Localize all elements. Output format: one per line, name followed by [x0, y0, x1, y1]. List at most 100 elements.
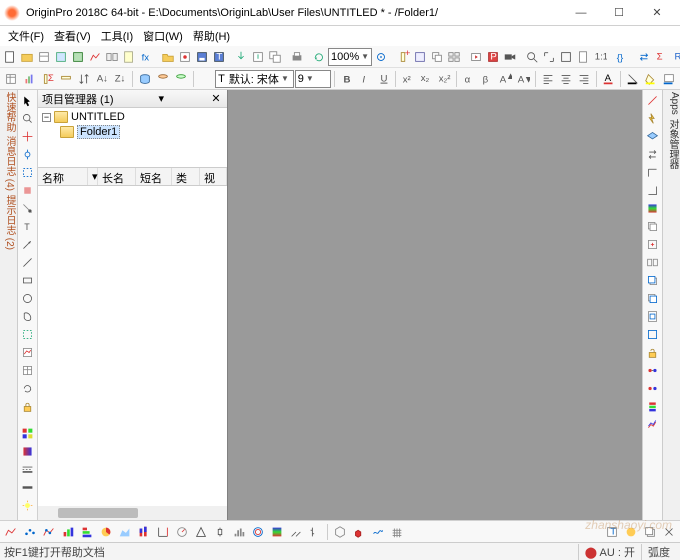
- image-plot-icon[interactable]: [268, 523, 286, 541]
- minus-icon[interactable]: −: [42, 113, 51, 122]
- col-type[interactable]: 类型: [172, 168, 200, 185]
- close-window-icon[interactable]: [660, 523, 678, 541]
- math-tool-icon[interactable]: Σ: [653, 48, 669, 66]
- system-theme-icon[interactable]: [622, 523, 640, 541]
- video-icon[interactable]: [502, 48, 518, 66]
- vector-plot-icon[interactable]: [287, 523, 305, 541]
- pie-plot-icon[interactable]: [97, 523, 115, 541]
- line-plot-icon[interactable]: [2, 523, 20, 541]
- back-icon[interactable]: [644, 290, 661, 307]
- histogram-icon[interactable]: [230, 523, 248, 541]
- front-icon[interactable]: [644, 272, 661, 289]
- group-icon[interactable]: [644, 362, 661, 379]
- circle-tool-icon[interactable]: [19, 290, 36, 307]
- text-tool-icon[interactable]: T: [19, 218, 36, 235]
- tab-object-manager[interactable]: 对象管理器: [663, 117, 680, 171]
- rect-tool-icon[interactable]: [19, 272, 36, 289]
- italic-icon[interactable]: I: [357, 70, 374, 88]
- speed-mode-icon[interactable]: [644, 110, 661, 127]
- font-decrease-icon[interactable]: A▼: [515, 70, 532, 88]
- scatter-plot-icon[interactable]: [21, 523, 39, 541]
- new-folder-icon[interactable]: [19, 48, 35, 66]
- add-right-y-icon[interactable]: [644, 182, 661, 199]
- print-icon[interactable]: [289, 48, 305, 66]
- line-color-icon[interactable]: [624, 70, 641, 88]
- line-tool-icon[interactable]: [19, 254, 36, 271]
- duplicate-icon[interactable]: [429, 48, 445, 66]
- data-selector-icon[interactable]: [19, 164, 36, 181]
- font-increase-icon[interactable]: A▲: [497, 70, 514, 88]
- greek-beta-icon[interactable]: β: [478, 70, 495, 88]
- minimize-button[interactable]: —: [562, 2, 600, 24]
- import-multi-icon[interactable]: [267, 48, 283, 66]
- exchange-xy-icon[interactable]: [644, 146, 661, 163]
- light-icon[interactable]: [19, 497, 36, 514]
- close-button[interactable]: ✕: [638, 2, 676, 24]
- stock-plot-icon[interactable]: [306, 523, 324, 541]
- row-stats-icon[interactable]: [57, 70, 74, 88]
- add-top-x-icon[interactable]: [644, 164, 661, 181]
- menu-tools[interactable]: 工具(I): [97, 27, 137, 45]
- font-color-icon[interactable]: A: [600, 70, 617, 88]
- organize-icon[interactable]: [446, 48, 462, 66]
- font-family-combo[interactable]: T默认: 宋体▼: [215, 70, 294, 88]
- data-reader-icon[interactable]: [19, 146, 36, 163]
- show-all-icon[interactable]: [558, 48, 574, 66]
- greek-alpha-icon[interactable]: α: [460, 70, 477, 88]
- zoom-combo[interactable]: 100%▼: [328, 48, 372, 66]
- unlock-icon[interactable]: [644, 344, 661, 361]
- horizontal-scrollbar[interactable]: [38, 506, 227, 520]
- layer-icon[interactable]: [644, 128, 661, 145]
- maximize-button[interactable]: ☐: [600, 2, 638, 24]
- anti-alias-icon[interactable]: [644, 92, 661, 109]
- offset-icon[interactable]: [644, 416, 661, 433]
- subscript-icon[interactable]: x₂: [417, 70, 434, 88]
- sort-icon[interactable]: [75, 70, 92, 88]
- draw-data-icon[interactable]: [19, 200, 36, 217]
- 3d-wire-icon[interactable]: [388, 523, 406, 541]
- col-shortname[interactable]: 短名称: [136, 168, 172, 185]
- insert-graph-icon[interactable]: [19, 344, 36, 361]
- zoom-reset-icon[interactable]: 1:1: [592, 48, 608, 66]
- whole-page-icon[interactable]: [575, 48, 591, 66]
- fit-layer-icon[interactable]: [644, 326, 661, 343]
- save-icon[interactable]: [194, 48, 210, 66]
- restore-icon[interactable]: [641, 523, 659, 541]
- tab-apps[interactable]: Apps: [663, 90, 680, 117]
- bold-icon[interactable]: B: [338, 70, 355, 88]
- underline-icon[interactable]: U: [375, 70, 392, 88]
- scroll-thumb[interactable]: [58, 508, 138, 518]
- bar-plot-icon[interactable]: [78, 523, 96, 541]
- lock-icon[interactable]: [19, 398, 36, 415]
- new-project-icon[interactable]: [2, 48, 18, 66]
- tab-quick-help[interactable]: 快速帮助: [0, 90, 17, 134]
- r-console-icon[interactable]: R: [670, 48, 680, 66]
- supsub-icon[interactable]: x₂²: [436, 70, 453, 88]
- refresh-icon[interactable]: [412, 48, 428, 66]
- merge-icon[interactable]: [644, 254, 661, 271]
- open-icon[interactable]: [160, 48, 176, 66]
- extract-layer-icon[interactable]: [644, 236, 661, 253]
- box-plot-icon[interactable]: [211, 523, 229, 541]
- 3d-bars-icon[interactable]: [350, 523, 368, 541]
- stack-icon[interactable]: [644, 398, 661, 415]
- ascending-icon[interactable]: A↓: [93, 70, 110, 88]
- tree-root[interactable]: − UNTITLED: [40, 110, 225, 124]
- workspace[interactable]: [228, 90, 642, 520]
- line-width-icon[interactable]: [19, 479, 36, 496]
- pointer-icon[interactable]: [19, 92, 36, 109]
- recalculate-icon[interactable]: [311, 48, 327, 66]
- fit-page-icon[interactable]: [644, 308, 661, 325]
- descending-icon[interactable]: Z↓: [112, 70, 129, 88]
- reader-icon[interactable]: [19, 128, 36, 145]
- roi-tool-icon[interactable]: [19, 326, 36, 343]
- digitizer-icon[interactable]: [373, 48, 389, 66]
- new-excel-icon[interactable]: [70, 48, 86, 66]
- font-size-combo[interactable]: 9▼: [295, 70, 332, 88]
- transfer-icon[interactable]: [636, 48, 652, 66]
- column-plot-icon[interactable]: [59, 523, 77, 541]
- insert-sheet-icon[interactable]: [19, 362, 36, 379]
- stack-plot-icon[interactable]: [135, 523, 153, 541]
- folder-tree[interactable]: − UNTITLED Folder1: [38, 108, 227, 168]
- rotate-icon[interactable]: [19, 380, 36, 397]
